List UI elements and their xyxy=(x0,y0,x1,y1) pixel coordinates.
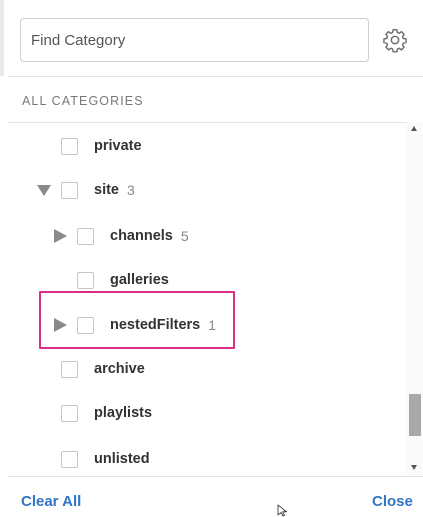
category-checkbox[interactable] xyxy=(77,271,94,289)
list-item[interactable]: playlists xyxy=(61,398,152,428)
category-checkbox[interactable] xyxy=(61,404,78,422)
category-label: archive xyxy=(94,361,145,377)
section-header: ALL CATEGORIES xyxy=(22,94,144,108)
scroll-down-arrow-icon[interactable] xyxy=(411,465,417,470)
footer-divider xyxy=(8,476,423,477)
list-item[interactable]: archive xyxy=(61,354,145,384)
close-button[interactable]: Close xyxy=(372,493,413,510)
category-checkbox[interactable] xyxy=(61,181,78,199)
category-label: site xyxy=(94,182,119,198)
list-item[interactable]: site 3 xyxy=(61,175,135,205)
list-item[interactable]: unlisted xyxy=(61,444,150,474)
category-label: galleries xyxy=(110,272,169,288)
find-category-input[interactable] xyxy=(20,18,369,62)
category-checkbox[interactable] xyxy=(61,450,78,468)
category-label: playlists xyxy=(94,405,153,421)
clear-all-button[interactable]: Clear All xyxy=(21,493,81,510)
highlight-box xyxy=(39,291,235,349)
list-item[interactable]: private xyxy=(61,131,142,161)
category-count: 5 xyxy=(180,228,189,244)
category-checkbox[interactable] xyxy=(61,137,78,155)
mouse-cursor-icon xyxy=(277,504,287,517)
category-checkbox[interactable] xyxy=(77,227,94,245)
category-count: 3 xyxy=(127,182,135,198)
top-divider xyxy=(8,76,423,77)
category-label: unlisted xyxy=(94,451,150,467)
scroll-thumb[interactable] xyxy=(409,394,421,436)
category-checkbox[interactable] xyxy=(61,360,78,378)
category-label: channels xyxy=(110,228,173,244)
category-label: private xyxy=(94,138,142,154)
expand-triangle-right-icon[interactable] xyxy=(52,228,68,244)
scrollbar[interactable] xyxy=(407,122,423,476)
list-item[interactable]: channels 5 xyxy=(77,221,189,251)
scroll-up-arrow-icon[interactable] xyxy=(411,126,417,131)
gear-icon[interactable] xyxy=(382,27,408,53)
panel-left-edge xyxy=(0,0,4,76)
expand-triangle-down-icon[interactable] xyxy=(36,182,52,198)
